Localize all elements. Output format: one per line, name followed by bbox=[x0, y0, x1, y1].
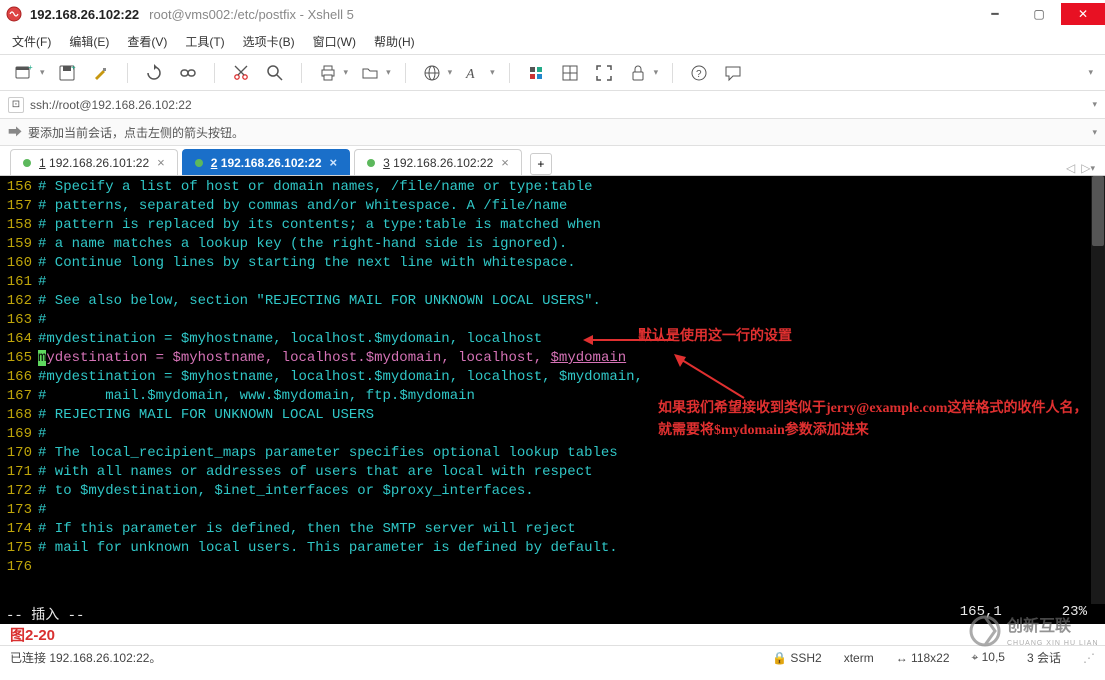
search-icon[interactable] bbox=[263, 61, 287, 85]
refresh-icon[interactable] bbox=[142, 61, 166, 85]
brush-icon[interactable] bbox=[89, 61, 113, 85]
grid-icon[interactable] bbox=[558, 61, 582, 85]
help-icon[interactable]: ? bbox=[687, 61, 711, 85]
status-bar: 已连接 192.168.26.102:22。 🔒 SSH2 xterm ↔ 11… bbox=[0, 645, 1105, 669]
fullscreen-icon[interactable] bbox=[592, 61, 616, 85]
maximize-button[interactable]: ▢ bbox=[1017, 3, 1061, 25]
close-icon[interactable]: × bbox=[157, 155, 165, 170]
close-icon[interactable]: × bbox=[330, 155, 338, 170]
tabs-prev-icon[interactable]: ◁ bbox=[1066, 161, 1075, 175]
address-icon[interactable]: ⊡ bbox=[8, 97, 24, 113]
terminal-plus-icon[interactable]: + bbox=[12, 61, 36, 85]
menu-bar: 文件(F) 编辑(E) 查看(V) 工具(T) 选项卡(B) 窗口(W) 帮助(… bbox=[0, 28, 1105, 54]
menu-edit[interactable]: 编辑(E) bbox=[69, 33, 109, 50]
address-overflow[interactable]: ▾ bbox=[1092, 99, 1097, 110]
hint-bar: ⮕ 要添加当前会话，点击左侧的箭头按钮。 ▾ bbox=[0, 118, 1105, 146]
title-path: root@vms002:/etc/postfix - Xshell 5 bbox=[149, 7, 354, 22]
tabs-next-icon[interactable]: ▷ bbox=[1081, 161, 1090, 175]
title-host: 192.168.26.102:22 bbox=[30, 7, 139, 22]
font-icon[interactable]: A bbox=[462, 61, 486, 85]
annotation-1: 默认是使用这一行的设置 bbox=[638, 326, 792, 348]
tab-2[interactable]: 2 192.168.26.102:22 × bbox=[182, 149, 350, 175]
color-icon[interactable] bbox=[524, 61, 548, 85]
title-bar: 192.168.26.102:22 root@vms002:/etc/postf… bbox=[0, 0, 1105, 28]
menu-file[interactable]: 文件(F) bbox=[12, 33, 51, 50]
scissors-icon[interactable] bbox=[229, 61, 253, 85]
menu-view[interactable]: 查看(V) bbox=[127, 33, 167, 50]
line-gutter: 1561571581591601611621631641651661671681… bbox=[0, 176, 38, 604]
terminal[interactable]: 1561571581591601611621631641651661671681… bbox=[0, 176, 1105, 604]
chat-icon[interactable] bbox=[721, 61, 745, 85]
close-button[interactable]: ✕ bbox=[1061, 3, 1105, 25]
app-icon bbox=[6, 6, 22, 22]
folder-icon[interactable] bbox=[358, 61, 382, 85]
status-dot-icon bbox=[23, 159, 31, 167]
svg-text:+: + bbox=[28, 64, 33, 72]
svg-text:CHUANG XIN HU LIAN: CHUANG XIN HU LIAN bbox=[1007, 640, 1099, 647]
svg-text:?: ? bbox=[696, 69, 702, 80]
toolbar-overflow[interactable]: ▾ bbox=[1088, 67, 1093, 78]
scrollbar[interactable] bbox=[1091, 176, 1105, 604]
minimize-button[interactable]: ━ bbox=[973, 3, 1017, 25]
lock-icon[interactable] bbox=[626, 61, 650, 85]
tab-3[interactable]: 3 192.168.26.102:22 × bbox=[354, 149, 522, 175]
close-icon[interactable]: × bbox=[501, 155, 509, 170]
scrollbar-thumb[interactable] bbox=[1092, 176, 1104, 246]
svg-text:创新互联: 创新互联 bbox=[1006, 616, 1071, 635]
toolbar: +▾ + ▾ ▾ ▾ A▾ ▾ ? ▾ bbox=[0, 54, 1105, 90]
svg-text:A: A bbox=[465, 67, 475, 82]
hint-text: 要添加当前会话，点击左侧的箭头按钮。 bbox=[28, 124, 244, 141]
tabs-overflow[interactable]: ▾ bbox=[1090, 163, 1095, 174]
svg-text:+: + bbox=[71, 64, 76, 72]
status-term: xterm bbox=[844, 651, 874, 665]
address-bar: ⊡ ssh://root@192.168.26.102:22 ▾ bbox=[0, 90, 1105, 118]
status-size: ↔ 118x22 bbox=[896, 651, 950, 665]
connection-status: 已连接 192.168.26.102:22。 bbox=[10, 649, 161, 666]
status-ssh: 🔒 SSH2 bbox=[772, 651, 822, 665]
status-dot-icon bbox=[195, 159, 203, 167]
tab-1[interactable]: 1 192.168.26.101:22 × bbox=[10, 149, 178, 175]
terminal-content[interactable]: # Specify a list of host or domain names… bbox=[38, 176, 1105, 604]
figure-label: 图2-20 bbox=[0, 625, 65, 646]
menu-help[interactable]: 帮助(H) bbox=[374, 33, 415, 50]
status-dot-icon bbox=[367, 159, 375, 167]
menu-window[interactable]: 窗口(W) bbox=[313, 33, 356, 50]
print-icon[interactable] bbox=[316, 61, 340, 85]
figure-label-row: 图2-20 bbox=[0, 624, 1105, 645]
vim-mode: -- 插入 -- bbox=[6, 604, 84, 624]
watermark-logo: 创新互联 CHUANG XIN HU LIAN bbox=[969, 611, 1099, 654]
globe-icon[interactable] bbox=[420, 61, 444, 85]
save-icon[interactable]: + bbox=[55, 61, 79, 85]
menu-tabs[interactable]: 选项卡(B) bbox=[243, 33, 295, 50]
hint-overflow[interactable]: ▾ bbox=[1092, 127, 1097, 138]
annotation-2: 如果我们希望接收到类似于jerry@example.com这样格式的收件人名，就… bbox=[658, 398, 1088, 443]
vim-status-line: -- 插入 -- 165,1 23% bbox=[0, 604, 1105, 624]
address-input[interactable]: ssh://root@192.168.26.102:22 bbox=[30, 98, 1092, 112]
new-tab-button[interactable]: + bbox=[530, 153, 552, 175]
tab-strip: 1 192.168.26.101:22 × 2 192.168.26.102:2… bbox=[0, 146, 1105, 176]
menu-tools[interactable]: 工具(T) bbox=[185, 33, 224, 50]
hint-arrow-icon[interactable]: ⮕ bbox=[8, 122, 22, 142]
link-icon[interactable] bbox=[176, 61, 200, 85]
